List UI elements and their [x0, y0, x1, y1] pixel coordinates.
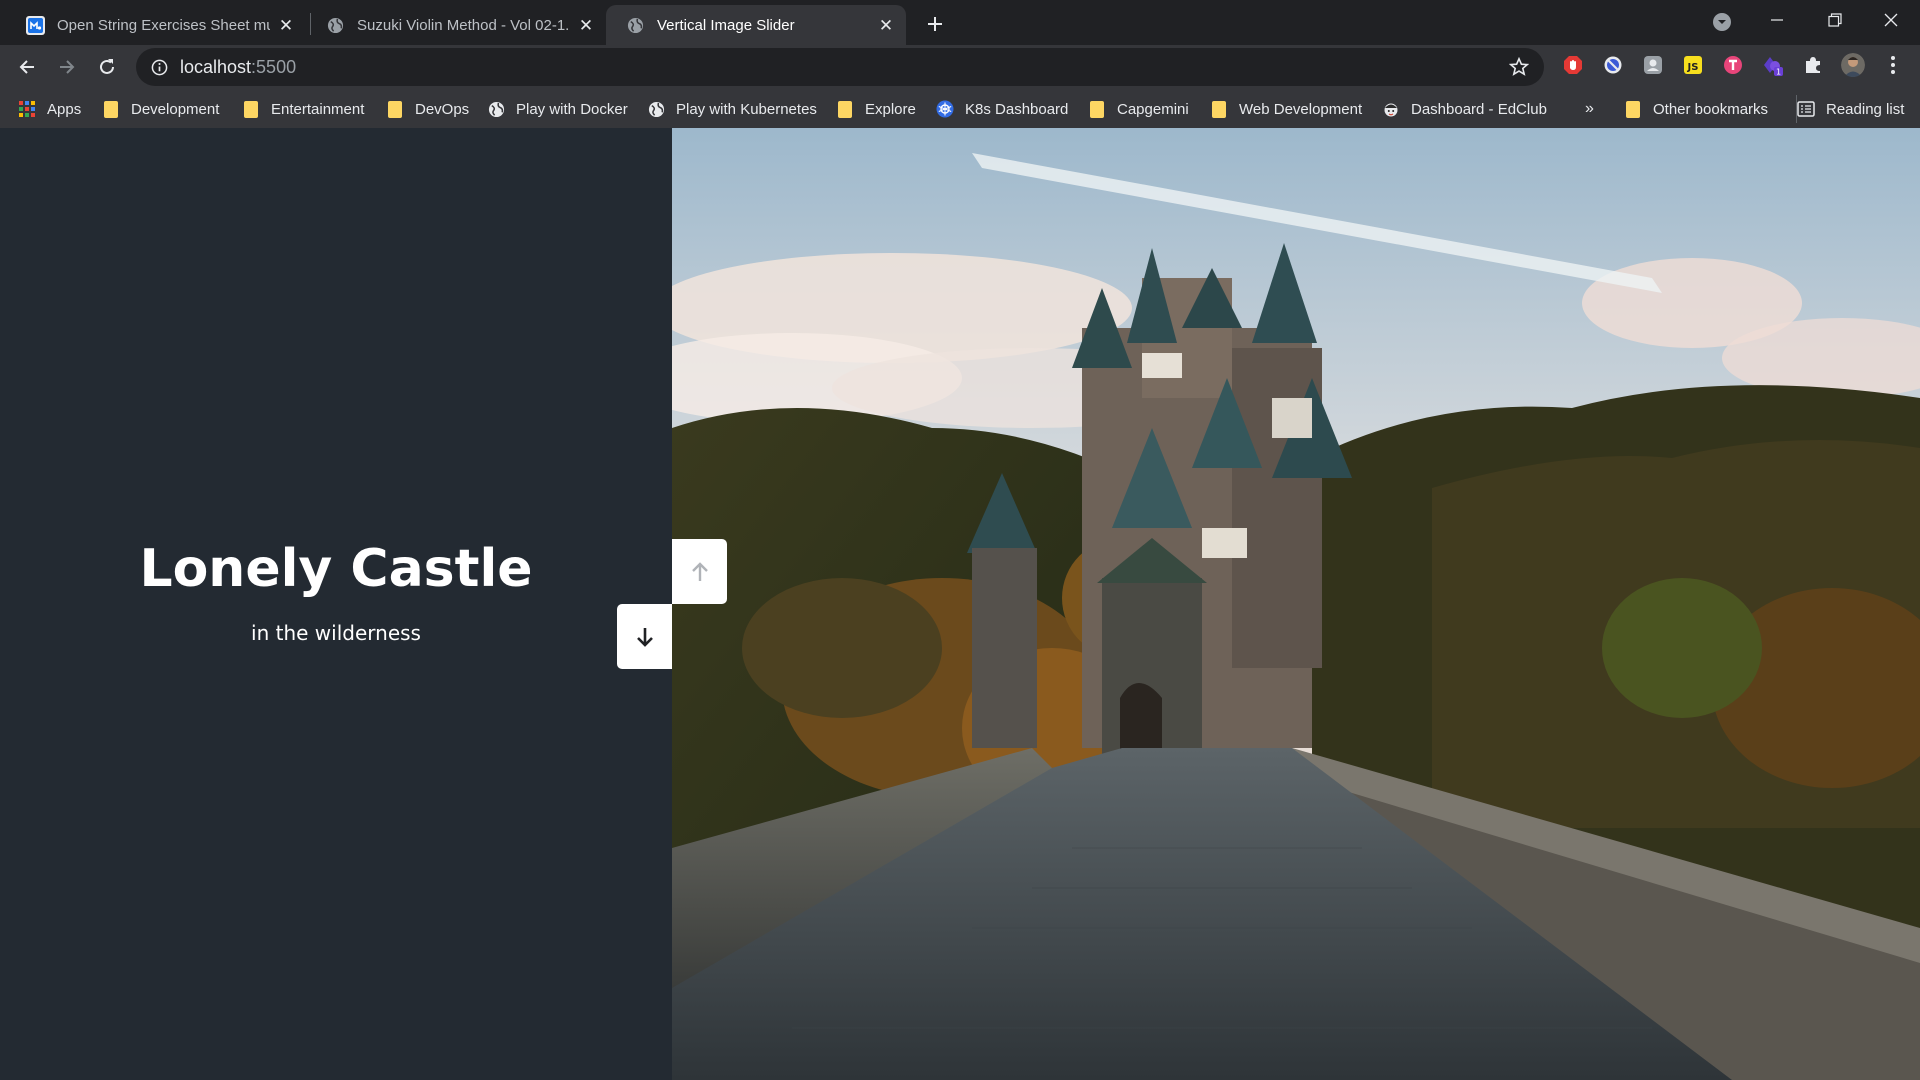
- svg-text:1: 1: [1776, 68, 1781, 77]
- bookmark-label: Apps: [47, 100, 82, 118]
- folder-icon: [1088, 100, 1106, 118]
- bookmark-explore[interactable]: Explore: [836, 95, 916, 123]
- folder-icon: [836, 100, 854, 118]
- restore-icon: [1828, 13, 1842, 27]
- bookmark-star-icon[interactable]: [1508, 56, 1530, 78]
- folder-icon: [386, 100, 404, 118]
- bookmark-development[interactable]: Development: [102, 95, 219, 123]
- apps-grid-icon: [18, 100, 36, 118]
- bookmark-capgemini[interactable]: Capgemini: [1088, 95, 1189, 123]
- forward-button[interactable]: [50, 50, 84, 84]
- bookmark-devops[interactable]: DevOps: [386, 95, 469, 123]
- tab-vertical-image-slider[interactable]: Vertical Image Slider ✕: [606, 5, 906, 45]
- bookmark-entertainment[interactable]: Entertainment: [242, 95, 364, 123]
- musescore-icon: [26, 15, 45, 35]
- reading-list-icon: [1797, 100, 1815, 118]
- address-bar[interactable]: localhost:5500: [136, 48, 1544, 86]
- overflow-chevron-icon: »: [1585, 100, 1594, 117]
- arrow-right-icon: [60, 60, 75, 74]
- bookmark-label: Explore: [865, 100, 916, 118]
- globe-icon: [487, 100, 505, 118]
- minimize-button[interactable]: [1748, 0, 1806, 40]
- close-icon: [1884, 13, 1898, 27]
- url-port: :5500: [251, 56, 297, 77]
- javascript-extension-icon[interactable]: JS: [1681, 53, 1705, 77]
- close-icon[interactable]: ✕: [276, 15, 296, 35]
- globe-icon: [647, 100, 665, 118]
- privacy-extension-icon[interactable]: [1601, 53, 1625, 77]
- tab-title: Open String Exercises Sheet music: [57, 16, 270, 34]
- edclub-icon: [1382, 100, 1400, 118]
- close-icon[interactable]: ✕: [576, 15, 596, 35]
- reload-icon: [100, 59, 114, 74]
- new-tab-button[interactable]: [920, 9, 950, 39]
- profile-extension-icon[interactable]: [1641, 53, 1665, 77]
- bookmark-label: Development: [131, 100, 220, 118]
- url-host: localhost: [180, 56, 252, 77]
- avatar[interactable]: [1841, 53, 1865, 77]
- more-menu-icon[interactable]: [1881, 53, 1905, 77]
- globe-icon: [326, 16, 345, 35]
- bookmark-other-bookmarks[interactable]: Other bookmarks: [1624, 95, 1768, 123]
- bookmark-label: Entertainment: [271, 100, 365, 118]
- page-viewport: Lonely Castle in the wilderness: [0, 128, 1920, 1080]
- tab-suzuki-violin[interactable]: Suzuki Violin Method - Vol 02-1.p ✕: [306, 5, 606, 45]
- castle-landscape-image: [672, 128, 1920, 1080]
- chevron-down-icon: [1713, 13, 1731, 31]
- bookmark-play-with-kubernetes[interactable]: Play with Kubernetes: [647, 95, 817, 123]
- left-slide-panel: Lonely Castle in the wilderness: [0, 128, 672, 1080]
- url-text: localhost:5500: [180, 57, 296, 78]
- slide-subtitle: in the wilderness: [251, 621, 421, 645]
- tab-strip: Open String Exercises Sheet music ✕ Suzu…: [0, 0, 1920, 45]
- minimize-icon: [1771, 19, 1783, 21]
- close-window-button[interactable]: [1862, 0, 1920, 40]
- arrow-up-icon: [691, 561, 708, 581]
- bookmark-play-with-docker[interactable]: Play with Docker: [487, 95, 628, 123]
- slide-down-button[interactable]: [617, 604, 672, 669]
- restore-button[interactable]: [1806, 0, 1864, 40]
- arrow-down-icon: [636, 627, 653, 647]
- tab-search-button[interactable]: [1710, 10, 1734, 34]
- bookmark-label: Play with Docker: [516, 100, 628, 118]
- bookmark-dashboard-edclub[interactable]: Dashboard - EdClub: [1382, 95, 1547, 123]
- bookmark-label: K8s Dashboard: [965, 100, 1069, 118]
- bookmark-label: Reading list: [1826, 100, 1905, 118]
- bookmark-label: Other bookmarks: [1653, 100, 1769, 118]
- extensions-puzzle-icon[interactable]: [1801, 53, 1825, 77]
- info-icon[interactable]: [150, 58, 168, 76]
- folder-icon: [242, 100, 260, 118]
- slide-title: Lonely Castle: [139, 539, 533, 599]
- svg-text:JS: JS: [1687, 62, 1699, 73]
- folder-icon: [1624, 100, 1642, 118]
- slide-image: [672, 128, 1920, 1080]
- shapes-extension-icon[interactable]: 1: [1761, 53, 1785, 77]
- bookmark-reading-list[interactable]: Reading list: [1796, 95, 1904, 123]
- t-extension-icon[interactable]: [1721, 53, 1745, 77]
- tab-open-string-exercises[interactable]: Open String Exercises Sheet music ✕: [6, 5, 306, 45]
- tab-title: Suzuki Violin Method - Vol 02-1.p: [357, 16, 570, 34]
- globe-icon: [626, 16, 645, 35]
- slide-up-button[interactable]: [672, 539, 727, 604]
- bookmark-label: Play with Kubernetes: [676, 100, 817, 118]
- bookmark-k8s-dashboard[interactable]: K8s Dashboard: [936, 95, 1068, 123]
- back-button[interactable]: [10, 50, 44, 84]
- close-icon[interactable]: ✕: [876, 15, 896, 35]
- bookmarks-overflow-button[interactable]: »: [1585, 95, 1594, 123]
- bookmark-label: DevOps: [415, 100, 470, 118]
- adblock-extension-icon[interactable]: [1561, 53, 1585, 77]
- bookmark-label: Capgemini: [1117, 100, 1189, 118]
- bookmark-label: Web Development: [1239, 100, 1363, 118]
- plus-icon: [928, 17, 942, 31]
- folder-icon: [1210, 100, 1228, 118]
- arrow-left-icon: [19, 60, 34, 74]
- reload-button[interactable]: [90, 50, 124, 84]
- bookmark-web-development[interactable]: Web Development: [1210, 95, 1362, 123]
- tab-title: Vertical Image Slider: [657, 16, 795, 34]
- bookmark-apps[interactable]: Apps: [18, 95, 81, 123]
- bookmark-label: Dashboard - EdClub: [1411, 100, 1547, 118]
- kubernetes-icon: [936, 100, 954, 118]
- folder-icon: [102, 100, 120, 118]
